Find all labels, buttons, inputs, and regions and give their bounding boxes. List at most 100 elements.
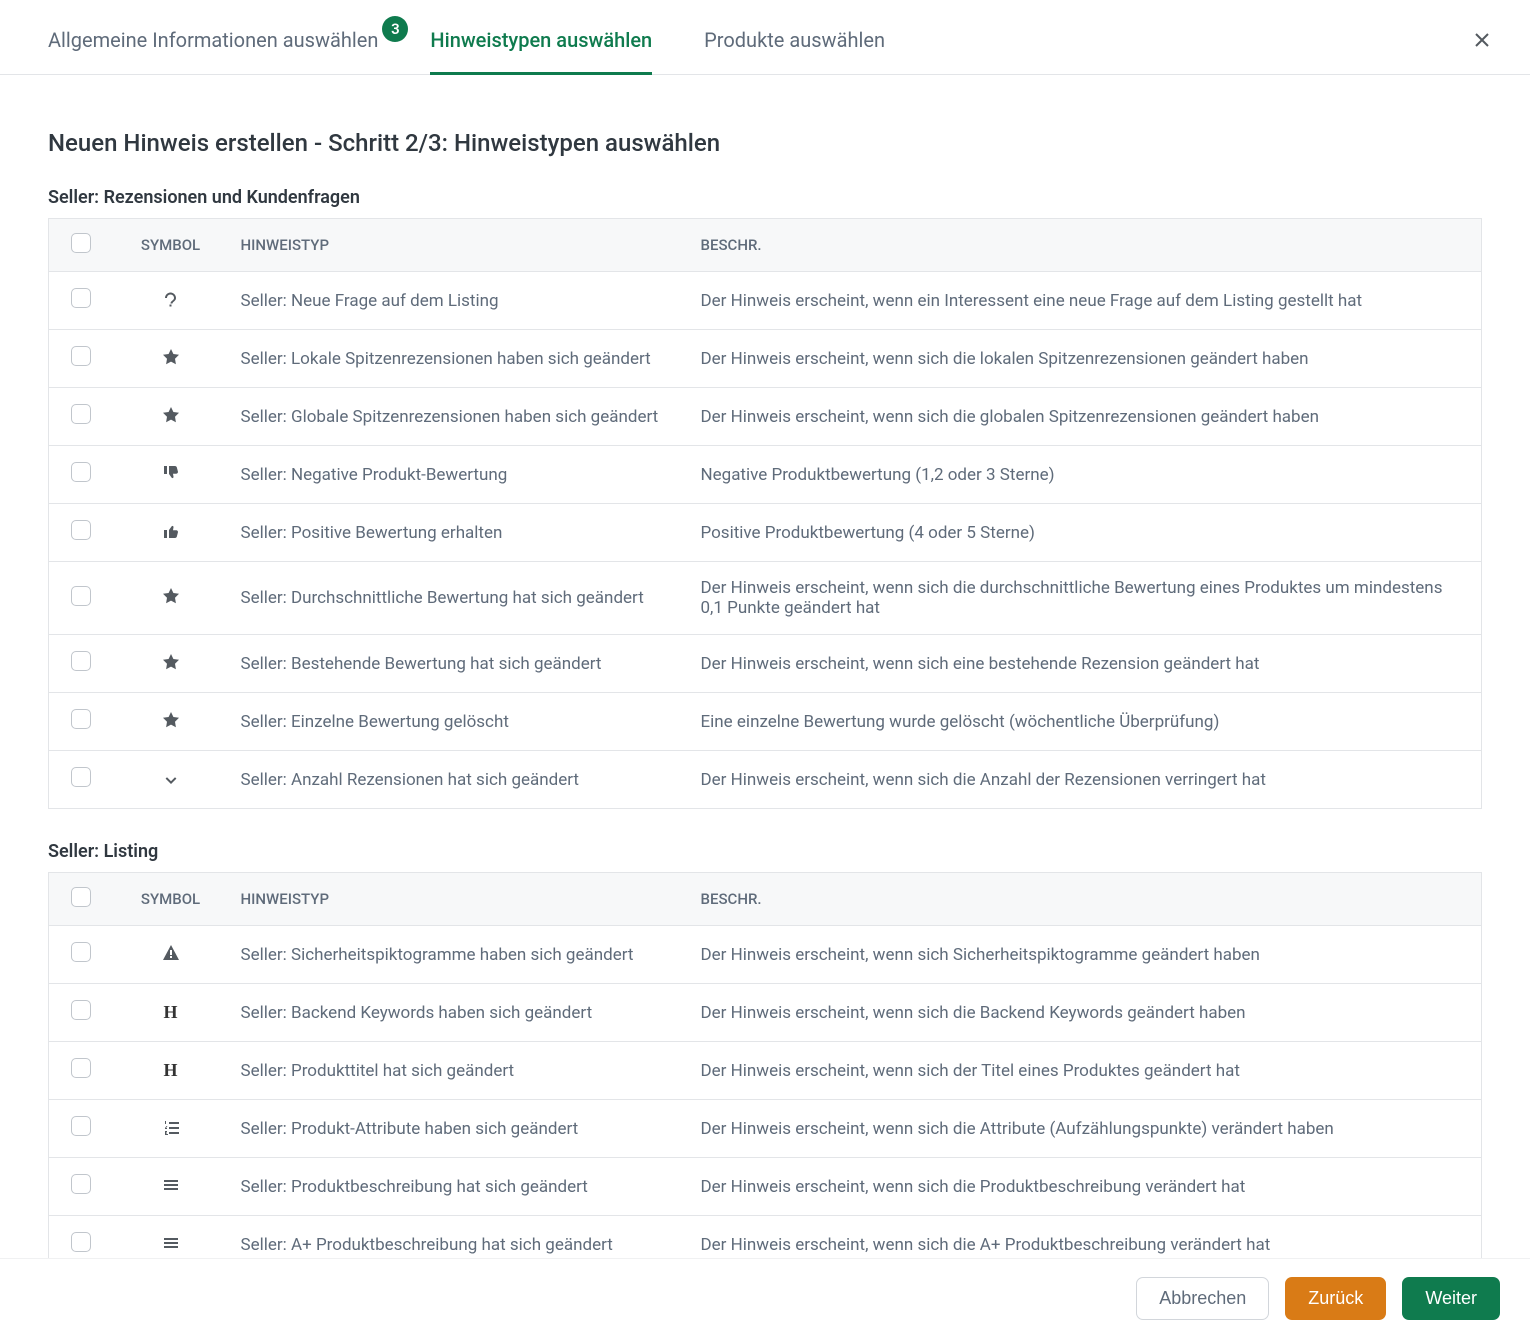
hint-desc-cell: Der Hinweis erscheint, wenn sich die Bac…	[689, 984, 1482, 1042]
col-symbol: SYMBOL	[113, 873, 229, 926]
list-ol-icon	[161, 1117, 181, 1137]
h-letter-icon: H	[163, 1060, 177, 1080]
hint-desc-cell: Der Hinweis erscheint, wenn sich Sicherh…	[689, 926, 1482, 984]
hint-type-cell: Seller: Anzahl Rezensionen hat sich geän…	[229, 751, 689, 809]
thumbs-down-icon	[161, 463, 181, 483]
question-icon	[161, 289, 181, 309]
col-symbol: SYMBOL	[113, 219, 229, 272]
hint-desc-cell: Negative Produktbewertung (1,2 oder 3 St…	[689, 446, 1482, 504]
table-row: Seller: Bestehende Bewertung hat sich ge…	[49, 635, 1482, 693]
modal-container: Allgemeine Informationen auswählen 3 Hin…	[0, 0, 1530, 1338]
arrow-down-icon	[161, 768, 181, 788]
row-checkbox[interactable]	[71, 767, 91, 787]
star-icon	[161, 586, 181, 606]
hint-type-cell: Seller: Produktbeschreibung hat sich geä…	[229, 1158, 689, 1216]
hint-type-cell: Seller: Bestehende Bewertung hat sich ge…	[229, 635, 689, 693]
hint-desc-cell: Eine einzelne Bewertung wurde gelöscht (…	[689, 693, 1482, 751]
table-row: Seller: Lokale Spitzenrezensionen haben …	[49, 330, 1482, 388]
hint-type-table: SYMBOLHINWEISTYPBESCHR.Seller: Sicherhei…	[48, 872, 1482, 1258]
hint-desc-cell: Der Hinweis erscheint, wenn sich die Anz…	[689, 751, 1482, 809]
wizard-tabs: Allgemeine Informationen auswählen 3 Hin…	[0, 28, 1530, 75]
hint-desc-cell: Der Hinweis erscheint, wenn sich der Tit…	[689, 1042, 1482, 1100]
close-button[interactable]	[1472, 30, 1492, 50]
cancel-button[interactable]: Abbrechen	[1136, 1277, 1269, 1320]
thumbs-up-icon	[161, 521, 181, 541]
back-button[interactable]: Zurück	[1285, 1277, 1386, 1320]
tab-products[interactable]: Produkte auswählen	[704, 28, 885, 74]
table-row: Seller: Produktbeschreibung hat sich geä…	[49, 1158, 1482, 1216]
hint-type-cell: Seller: Neue Frage auf dem Listing	[229, 272, 689, 330]
row-checkbox[interactable]	[71, 1116, 91, 1136]
select-all-checkbox[interactable]	[71, 887, 91, 907]
table-row: Seller: Anzahl Rezensionen hat sich geän…	[49, 751, 1482, 809]
table-row: Seller: Neue Frage auf dem ListingDer Hi…	[49, 272, 1482, 330]
section-title: Seller: Rezensionen und Kundenfragen	[48, 187, 1482, 208]
hint-type-table: SYMBOLHINWEISTYPBESCHR.Seller: Neue Frag…	[48, 218, 1482, 809]
tab-general-info[interactable]: Allgemeine Informationen auswählen 3	[48, 28, 378, 74]
row-checkbox[interactable]	[71, 942, 91, 962]
col-check	[49, 219, 113, 272]
row-checkbox[interactable]	[71, 1058, 91, 1078]
hint-desc-cell: Der Hinweis erscheint, wenn sich die Pro…	[689, 1158, 1482, 1216]
row-checkbox[interactable]	[71, 651, 91, 671]
row-checkbox[interactable]	[71, 1232, 91, 1252]
col-check	[49, 873, 113, 926]
row-checkbox[interactable]	[71, 1174, 91, 1194]
next-button[interactable]: Weiter	[1402, 1277, 1500, 1320]
row-checkbox[interactable]	[71, 462, 91, 482]
select-all-checkbox[interactable]	[71, 233, 91, 253]
tab-badge: 3	[382, 16, 408, 42]
row-checkbox[interactable]	[71, 520, 91, 540]
row-checkbox[interactable]	[71, 404, 91, 424]
table-row: Seller: Durchschnittliche Bewertung hat …	[49, 562, 1482, 635]
tab-hint-types[interactable]: Hinweistypen auswählen	[430, 28, 652, 75]
hint-type-cell: Seller: Backend Keywords haben sich geän…	[229, 984, 689, 1042]
star-icon	[161, 347, 181, 367]
star-icon	[161, 405, 181, 425]
warning-icon	[161, 943, 181, 963]
table-row: Seller: A+ Produktbeschreibung hat sich …	[49, 1216, 1482, 1259]
tab-label: Allgemeine Informationen auswählen	[48, 28, 378, 52]
col-type: HINWEISTYP	[229, 219, 689, 272]
bars-icon	[161, 1233, 181, 1253]
table-row: H Seller: Backend Keywords haben sich geä…	[49, 984, 1482, 1042]
bars-icon	[161, 1175, 181, 1195]
scroll-content: Neuen Hinweis erstellen - Schritt 2/3: H…	[0, 75, 1530, 1258]
hint-desc-cell: Der Hinweis erscheint, wenn sich die A+ …	[689, 1216, 1482, 1259]
hint-type-cell: Seller: Durchschnittliche Bewertung hat …	[229, 562, 689, 635]
row-checkbox[interactable]	[71, 709, 91, 729]
table-row: Seller: Positive Bewertung erhaltenPosit…	[49, 504, 1482, 562]
table-row: Seller: Negative Produkt-BewertungNegati…	[49, 446, 1482, 504]
table-row: Seller: Einzelne Bewertung gelöschtEine …	[49, 693, 1482, 751]
col-desc: BESCHR.	[689, 873, 1482, 926]
hint-desc-cell: Der Hinweis erscheint, wenn sich die dur…	[689, 562, 1482, 635]
hint-desc-cell: Positive Produktbewertung (4 oder 5 Ster…	[689, 504, 1482, 562]
col-desc: BESCHR.	[689, 219, 1482, 272]
hint-type-cell: Seller: Produkttitel hat sich geändert	[229, 1042, 689, 1100]
row-checkbox[interactable]	[71, 1000, 91, 1020]
hint-type-cell: Seller: A+ Produktbeschreibung hat sich …	[229, 1216, 689, 1259]
hint-type-cell: Seller: Negative Produkt-Bewertung	[229, 446, 689, 504]
row-checkbox[interactable]	[71, 288, 91, 308]
page-title: Neuen Hinweis erstellen - Schritt 2/3: H…	[48, 129, 1482, 157]
hint-type-cell: Seller: Produkt-Attribute haben sich geä…	[229, 1100, 689, 1158]
hint-desc-cell: Der Hinweis erscheint, wenn sich eine be…	[689, 635, 1482, 693]
close-icon	[1472, 30, 1492, 50]
hint-type-cell: Seller: Einzelne Bewertung gelöscht	[229, 693, 689, 751]
hint-type-cell: Seller: Sicherheitspiktogramme haben sic…	[229, 926, 689, 984]
tab-label: Produkte auswählen	[704, 28, 885, 52]
row-checkbox[interactable]	[71, 346, 91, 366]
h-letter-icon: H	[163, 1002, 177, 1022]
section-title: Seller: Listing	[48, 841, 1482, 862]
table-row: H Seller: Produkttitel hat sich geändertD…	[49, 1042, 1482, 1100]
star-icon	[161, 652, 181, 672]
table-row: Seller: Globale Spitzenrezensionen haben…	[49, 388, 1482, 446]
hint-desc-cell: Der Hinweis erscheint, wenn sich die glo…	[689, 388, 1482, 446]
table-row: Seller: Produkt-Attribute haben sich geä…	[49, 1100, 1482, 1158]
col-type: HINWEISTYP	[229, 873, 689, 926]
footer-actions: Abbrechen Zurück Weiter	[0, 1258, 1530, 1338]
row-checkbox[interactable]	[71, 586, 91, 606]
star-icon	[161, 710, 181, 730]
hint-desc-cell: Der Hinweis erscheint, wenn sich die Att…	[689, 1100, 1482, 1158]
hint-desc-cell: Der Hinweis erscheint, wenn sich die lok…	[689, 330, 1482, 388]
